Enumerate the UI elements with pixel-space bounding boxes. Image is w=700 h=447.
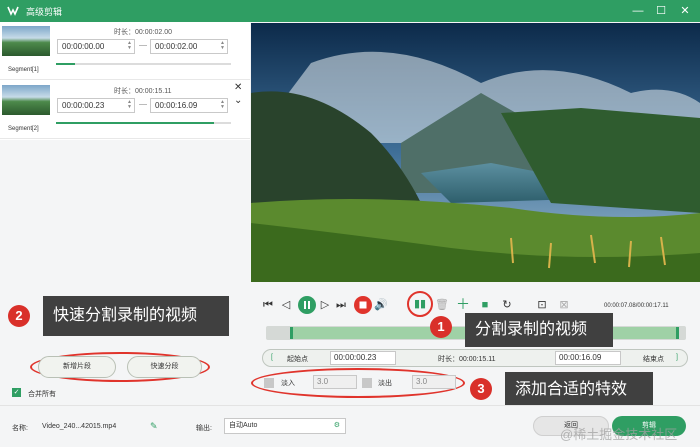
fullscreen-icon[interactable]: ⊠	[556, 297, 572, 313]
fade-in-label: 淡入	[281, 380, 295, 387]
watermark: @稀土掘金技术社区	[560, 427, 678, 442]
segment-item-2[interactable]: Segment[2] 时长：00:00:15.11 00:00:00.23 ▲ ▼…	[0, 81, 250, 139]
stepper-icon[interactable]: ▲ ▼	[127, 100, 132, 110]
delete-segment-icon[interactable]: ✕	[234, 82, 242, 93]
playback-time: 00:00:07.08/00:00:17.11	[604, 303, 669, 309]
segment-end-time-input[interactable]: 00:00:02.00 ▲ ▼	[150, 39, 228, 54]
segment-list: Segment[1] 时长：00:00:02.00 00:00:00.00 ▲ ▼…	[0, 22, 250, 140]
output-label: 输出:	[196, 425, 212, 432]
app-logo-icon	[7, 6, 19, 16]
range-bar: [ 起始点 00:00:00.23 时长：00:00:15.11 00:00:1…	[262, 349, 688, 367]
minimize-icon[interactable]: —	[630, 3, 646, 19]
range-end-input[interactable]: 00:00:16.09	[555, 351, 621, 365]
bracket-left-icon: [	[271, 354, 273, 361]
pause-icon	[304, 301, 310, 309]
fade-out-checkbox[interactable]	[362, 378, 372, 388]
add-icon[interactable]: ＋	[456, 296, 470, 312]
stepper-icon[interactable]: ▲ ▼	[127, 41, 132, 51]
segment-duration: 时长：00:00:15.11	[114, 88, 172, 95]
stop-icon	[359, 301, 367, 309]
segment-thumbnail	[2, 26, 50, 56]
fade-out-input[interactable]: 3.0	[412, 375, 456, 389]
close-icon[interactable]: ✕	[677, 3, 693, 19]
segment-thumbnail	[2, 85, 50, 115]
annotation-badge-3: 3	[470, 378, 492, 400]
stepper-icon[interactable]: ▲ ▼	[220, 41, 225, 51]
delete-icon[interactable]: ■	[478, 297, 492, 313]
bracket-right-icon: ]	[676, 354, 678, 361]
maximize-icon[interactable]: ☐	[653, 3, 669, 19]
segment-end-time-input[interactable]: 00:00:16.09 ▲ ▼	[150, 98, 228, 113]
pause-button[interactable]	[298, 296, 316, 314]
go-to-end-icon[interactable]: ⏭	[334, 297, 348, 313]
trash-icon[interactable]: 🗑	[435, 297, 449, 313]
edit-name-icon[interactable]: ✎	[150, 421, 158, 432]
fade-in-checkbox[interactable]	[264, 378, 274, 388]
segment-progress-bar	[56, 122, 231, 124]
annotation-badge-1: 1	[430, 316, 452, 338]
range-dash	[139, 104, 147, 105]
name-label: 名称:	[12, 425, 28, 432]
previous-frame-icon[interactable]: ◁	[279, 297, 293, 313]
range-start-input[interactable]: 00:00:00.23	[330, 351, 396, 365]
title-bar: 高级剪辑 — ☐ ✕	[0, 0, 700, 22]
volume-icon[interactable]: 🔊	[374, 297, 388, 313]
next-frame-icon[interactable]: ▷	[318, 297, 332, 313]
annotation-callout-3: 添加合适的特效	[505, 372, 653, 408]
stepper-icon[interactable]: ▲ ▼	[220, 100, 225, 110]
segment-label: Segment[2]	[8, 126, 39, 132]
range-duration-label: 时长：00:00:15.11	[438, 356, 496, 363]
split-icon[interactable]: ▮▮	[412, 296, 428, 312]
window-title: 高级剪辑	[26, 7, 63, 17]
gear-icon[interactable]: ⚙	[334, 419, 340, 433]
segment-duration: 时长：00:00:02.00	[114, 29, 172, 36]
annotation-badge-2: 2	[8, 305, 30, 327]
segment-progress-bar	[56, 63, 231, 65]
stop-button[interactable]	[354, 296, 372, 314]
file-name: Video_240...42015.mp4	[42, 423, 117, 430]
segment-item-1[interactable]: Segment[1] 时长：00:00:02.00 00:00:00.00 ▲ ▼…	[0, 22, 250, 80]
fade-in-input[interactable]: 3.0	[313, 375, 357, 389]
go-to-start-icon[interactable]: ⏮	[261, 297, 275, 313]
merge-all-label: 合并所有	[28, 391, 56, 398]
range-dash	[139, 45, 147, 46]
video-preview	[251, 23, 700, 282]
fade-out-label: 淡出	[378, 380, 392, 387]
segment-label: Segment[1]	[8, 67, 39, 73]
start-point-label[interactable]: 起始点	[287, 354, 308, 364]
add-segment-button[interactable]: 新增片段	[38, 356, 116, 378]
segment-start-time-input[interactable]: 00:00:00.23 ▲ ▼	[57, 98, 135, 113]
merge-all-checkbox[interactable]: ✓	[12, 388, 21, 397]
preview-segment-icon[interactable]: ⊡	[534, 297, 550, 313]
quick-split-button[interactable]: 快速分段	[127, 356, 202, 378]
editor-window: 高级剪辑 — ☐ ✕ Segment[1] 时长：00:00:02.00 00:…	[0, 0, 700, 447]
end-point-label[interactable]: 结束点	[643, 354, 664, 364]
output-select[interactable]: 自动Auto ⚙	[224, 418, 346, 434]
annotation-callout-1: 分割录制的视频	[465, 313, 613, 347]
annotation-callout-2: 快速分割录制的视频	[43, 296, 229, 336]
segment-start-time-input[interactable]: 00:00:00.00 ▲ ▼	[57, 39, 135, 54]
reset-icon[interactable]: ↻	[500, 297, 514, 313]
chevron-down-icon[interactable]: ⌄	[234, 95, 242, 106]
